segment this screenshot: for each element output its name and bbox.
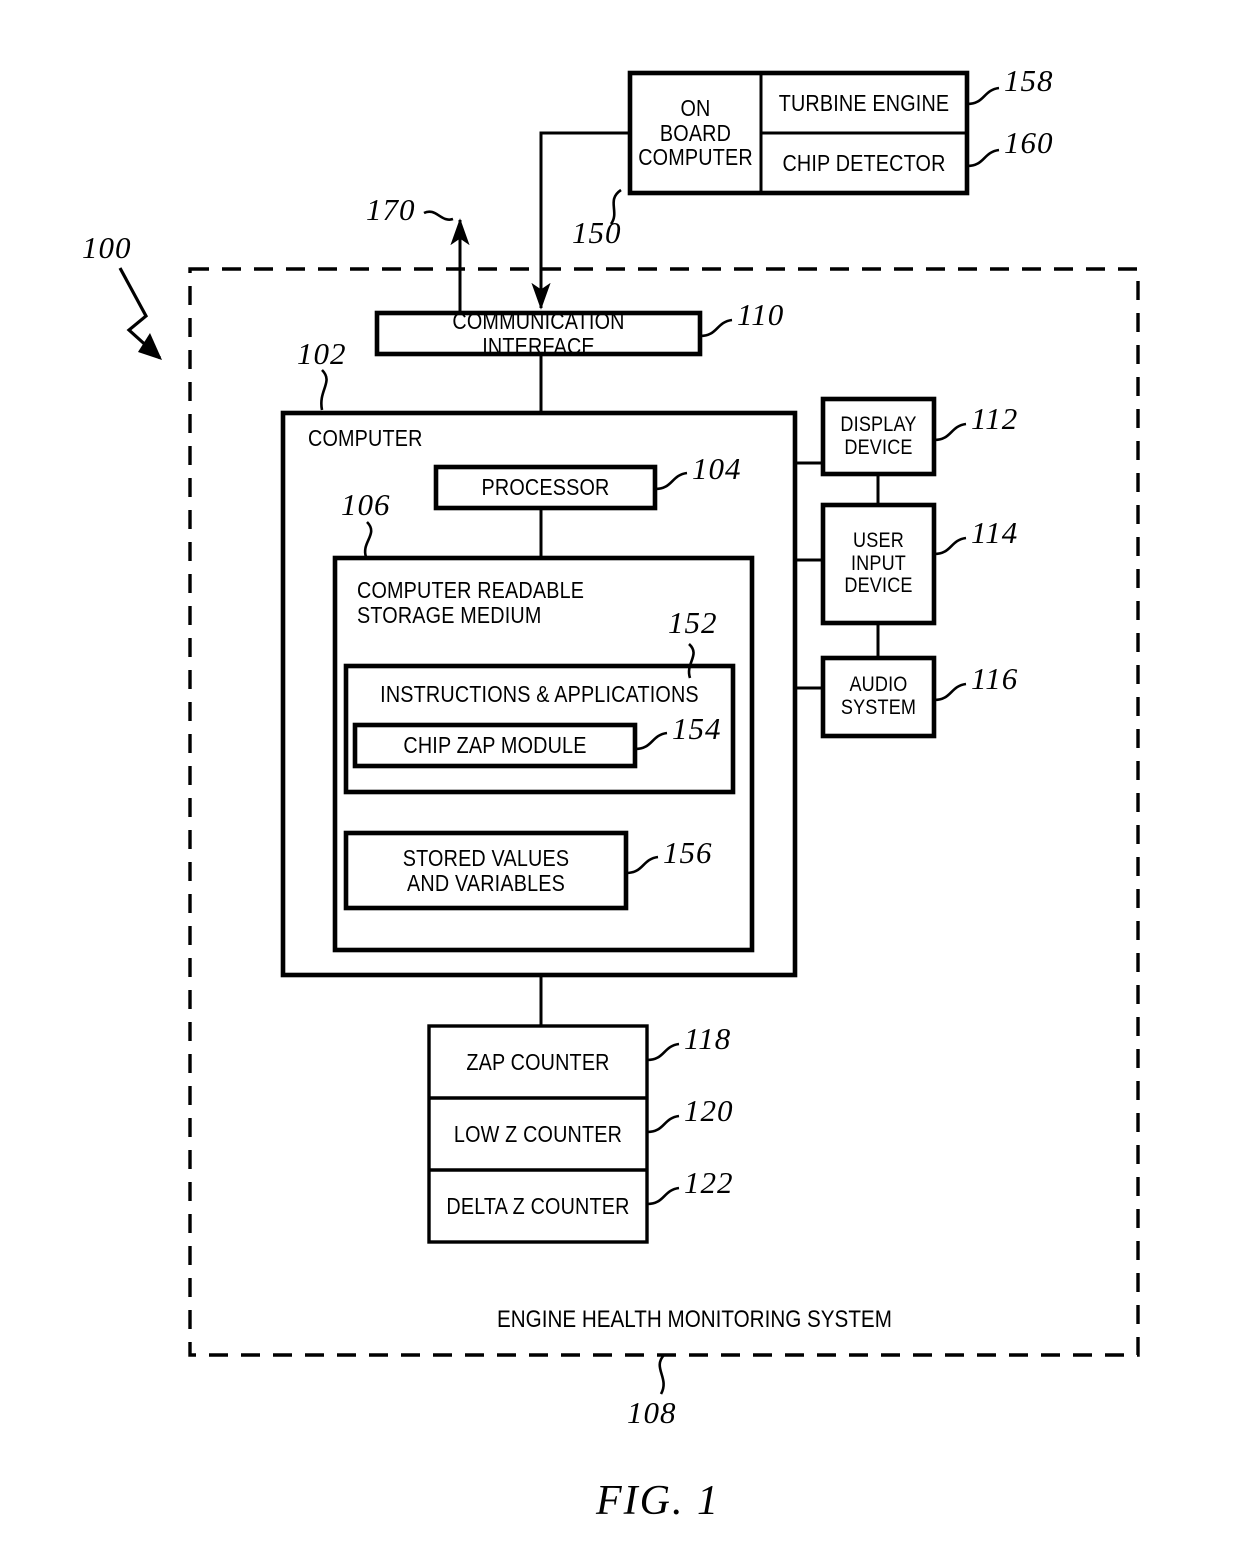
figure-line-art xyxy=(118,70,1140,1395)
leader-160 xyxy=(966,148,1000,168)
leader-108 xyxy=(658,1354,666,1395)
leader-118 xyxy=(646,1042,680,1062)
processor-box xyxy=(433,464,658,511)
chip-zap-module-box xyxy=(352,722,638,769)
obc-to-comm-interface-line xyxy=(531,131,630,310)
leader-122 xyxy=(646,1186,680,1206)
leader-170 xyxy=(423,210,454,221)
leader-116 xyxy=(933,682,967,702)
leader-102 xyxy=(320,369,328,411)
leader-112 xyxy=(933,422,967,442)
communication-interface-box xyxy=(374,310,703,357)
user-input-device-box xyxy=(820,502,937,626)
counters-group-box xyxy=(427,1024,649,1244)
display-device-box xyxy=(820,396,937,477)
patent-figure: ON BOARD COMPUTER TURBINE ENGINE CHIP DE… xyxy=(0,0,1240,1559)
leader-114 xyxy=(933,536,967,556)
system-ref-arrowhead xyxy=(138,333,162,360)
leader-120 xyxy=(646,1114,680,1134)
leader-110 xyxy=(699,318,733,338)
leader-158 xyxy=(966,86,1000,106)
leader-150 xyxy=(609,188,622,225)
audio-system-box xyxy=(820,655,937,739)
figure-caption: FIG. 1 xyxy=(596,1478,720,1524)
stored-values-box xyxy=(343,830,629,911)
